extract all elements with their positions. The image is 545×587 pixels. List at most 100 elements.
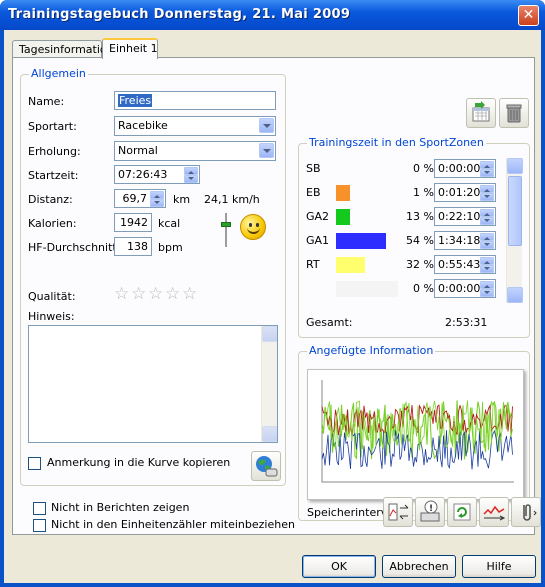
calendar-button[interactable] [466,98,496,128]
spin-down-icon[interactable] [480,289,494,297]
attachment-button[interactable] [511,497,541,527]
zone-row: GA2 13 % 0:22:10 [306,206,526,228]
sportart-value: Racebike [118,119,168,132]
startzeit-input[interactable]: 07:26:43 [114,165,200,184]
distanz-input[interactable]: 69,7 [114,189,166,208]
star-icon[interactable]: ☆ [165,284,180,304]
scroll-down-icon[interactable] [262,426,277,442]
refresh-button[interactable] [447,497,477,527]
curve-preview[interactable] [307,369,524,500]
curve-button[interactable] [479,497,509,527]
distanz-value: 69,7 [122,192,148,205]
zone-bar [336,257,365,273]
zone-time-value: 0:00:00 [438,282,481,295]
zone-name: EB [306,186,321,199]
spin-up-icon[interactable] [184,167,198,175]
zones-scroll-thumb[interactable] [508,176,522,246]
spin-down-icon[interactable] [150,199,164,207]
spin-up-icon[interactable] [480,233,494,241]
zone-percent: 0 % [413,162,434,175]
spin-down-icon[interactable] [480,241,494,249]
spin-up-icon[interactable] [480,161,494,169]
star-icon[interactable]: ☆ [131,284,146,304]
compare-button[interactable] [383,497,413,527]
chevron-down-icon[interactable] [259,143,274,158]
globe-button[interactable] [251,451,281,481]
zone-row: 0 % 0:00:00 [306,278,526,300]
erholung-label: Erholung: [28,145,81,158]
slider-thumb[interactable] [221,222,231,227]
scroll-up-icon[interactable] [262,326,277,342]
qualitaet-label: Qualität: [28,290,76,303]
tab-einheit-1[interactable]: Einheit 1 [102,38,158,59]
hinweis-scrollbar[interactable] [261,326,277,442]
sportzonen-group: Trainingszeit in den SportZonen SB 0 % 0:0… [298,136,530,338]
spin-up-icon[interactable] [480,185,494,193]
refresh-icon [453,503,471,521]
zones-scrollbar[interactable] [506,158,523,303]
hf-unit: bpm [158,241,183,254]
hf-input[interactable]: 138 [114,237,152,256]
title-bar[interactable]: Trainingstagebuch Donnerstag, 21. Mai 20… [0,0,545,30]
zone-time-input[interactable]: 0:55:43 [434,255,496,274]
curve-line [321,400,513,450]
zone-bar-area [336,185,398,201]
erholung-select[interactable]: Normal [114,141,276,161]
spin-down-icon[interactable] [480,169,494,177]
tab-tagesinformation[interactable]: Tagesinformation [12,40,114,58]
hf-label: HF-Durchschnitt: [28,241,121,254]
hinweis-textarea[interactable] [28,325,278,443]
zone-percent: 32 % [406,258,434,271]
zone-time-input[interactable]: 0:01:20 [434,183,496,202]
spin-down-icon[interactable] [480,217,494,225]
anmerkung-label: Anmerkung in die Kurve kopieren [47,456,231,469]
star-icon[interactable]: ☆ [114,284,129,304]
anmerkung-checkbox[interactable] [28,457,41,470]
einheitenzaehler-label: Nicht in den Einheitenzähler miteinbezie… [51,518,295,531]
delete-button[interactable] [499,98,529,128]
info-button[interactable]: ! [415,497,445,527]
zone-name: GA1 [306,234,330,247]
spin-up-icon[interactable] [480,209,494,217]
zone-bar-area [336,281,398,297]
name-input[interactable]: Freies [114,91,276,110]
star-icon[interactable]: ☆ [148,284,163,304]
spin-up-icon[interactable] [480,281,494,289]
kalorien-value: 1942 [120,216,148,229]
abbrechen-button[interactable]: Abbrechen [382,555,456,578]
berichte-label: Nicht in Berichten zeigen [51,501,190,514]
zone-bar [336,281,398,297]
hilfe-button[interactable]: Hilfe [462,555,536,578]
close-button[interactable]: ✕ [518,5,539,26]
zone-time-input[interactable]: 1:34:18 [434,231,496,250]
distanz-label: Distanz: [28,193,73,206]
ok-button[interactable]: OK [302,555,376,578]
zone-bar [336,233,386,249]
zone-time-input[interactable]: 0:00:00 [434,159,496,178]
spin-down-icon[interactable] [184,175,198,183]
spin-down-icon[interactable] [480,265,494,273]
sportart-label: Sportart: [28,120,77,133]
sportart-select[interactable]: Racebike [114,116,276,136]
spin-up-icon[interactable] [480,257,494,265]
berichte-checkbox[interactable] [33,502,46,515]
kalorien-input[interactable]: 1942 [114,213,152,232]
zone-time-input[interactable]: 0:22:10 [434,207,496,226]
chevron-down-icon[interactable] [259,118,274,133]
spin-down-icon[interactable] [480,193,494,201]
scroll-up-icon[interactable] [507,158,523,174]
scroll-down-icon[interactable] [507,287,523,303]
zone-time-value: 0:55:43 [438,258,481,271]
tab-page: Allgemein Name: Freies Sportart: Racebik… [12,57,541,535]
hf-value: 138 [127,240,148,253]
spin-up-icon[interactable] [150,191,164,199]
name-value: Freies [118,94,153,107]
zone-time-input[interactable]: 0:00:00 [434,279,496,298]
quality-rating[interactable]: ☆ ☆ ☆ ☆ ☆ [114,284,204,304]
allgemein-group: Allgemein Name: Freies Sportart: Racebik… [20,67,286,486]
zone-percent: 1 % [413,186,434,199]
angefuegt-group: Angefügte Information Speicherintervall:… [298,344,530,521]
recovery-slider[interactable] [221,213,231,247]
star-icon[interactable]: ☆ [182,284,197,304]
einheitenzaehler-checkbox[interactable] [33,519,46,532]
